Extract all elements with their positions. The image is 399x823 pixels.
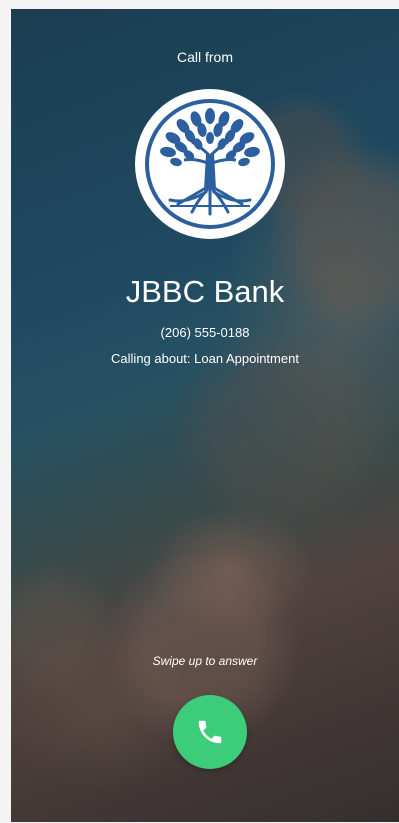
swipe-up-hint: Swipe up to answer: [152, 654, 258, 668]
caller-name: JBBC Bank: [125, 274, 285, 309]
phone-icon: [198, 720, 222, 744]
answer-call-button[interactable]: [173, 695, 247, 769]
incoming-call-screen: Call from JBBC Bank (206) 555-0188 Calli…: [11, 9, 399, 822]
tree-of-life-logo-icon: [145, 99, 275, 229]
caller-avatar: [135, 89, 285, 239]
call-from-label: Call from: [176, 49, 233, 65]
caller-phone-number: (206) 555-0188: [160, 325, 250, 340]
call-reason: Calling about: Loan Appointment: [111, 351, 299, 366]
